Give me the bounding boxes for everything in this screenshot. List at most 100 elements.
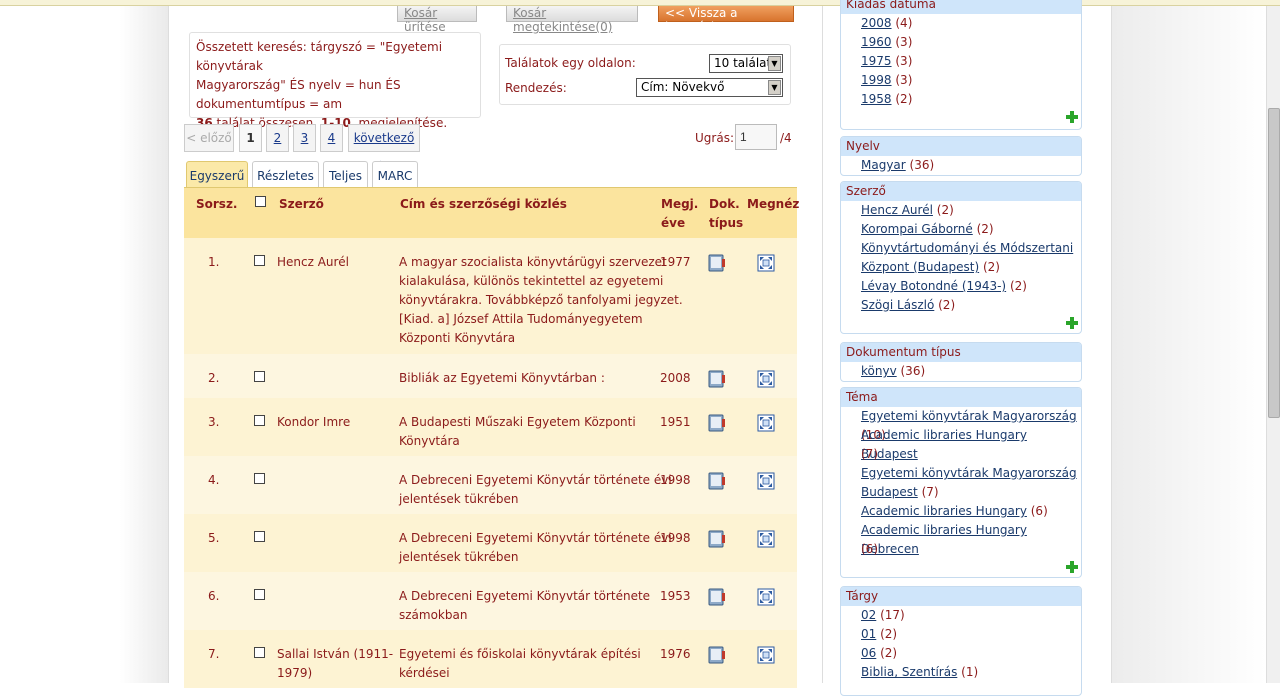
facet-item[interactable]: Hencz Aurél (2) — [861, 201, 954, 220]
view-details-icon[interactable] — [757, 414, 775, 432]
per-page-select[interactable]: 10 találat ▼ — [709, 54, 783, 73]
facet-item[interactable]: Egyetemi könyvtárak Magyarország — [861, 464, 1077, 483]
row-checkbox[interactable] — [254, 371, 265, 382]
clear-cart-button[interactable]: Kosár ürítése — [397, 6, 477, 34]
facet-item[interactable]: Budapest (7) — [861, 483, 939, 502]
view-details-icon[interactable] — [757, 472, 775, 490]
table-row: 6. A Debreceni Egyetemi Könyvtár történet… — [184, 572, 797, 630]
left-page-shadow — [120, 6, 168, 683]
chevron-down-icon: ▼ — [768, 56, 781, 71]
table-row: 5. A Debreceni Egyetemi Könyvtár történet… — [184, 514, 797, 572]
view-details-icon[interactable] — [757, 588, 775, 606]
facet-item[interactable]: Academic libraries Hungary (6) — [861, 502, 1048, 521]
view-details-icon[interactable] — [757, 646, 775, 664]
row-checkbox[interactable] — [254, 531, 265, 542]
row-title[interactable]: A magyar szocialista könyvtárügyi szerve… — [399, 253, 683, 348]
jump-page-input[interactable] — [735, 124, 777, 150]
tab-detailed[interactable]: Részletes — [252, 161, 319, 188]
jump-total: /4 — [780, 131, 792, 145]
facet-item[interactable]: 2008 (4) — [861, 14, 912, 33]
tab-marc[interactable]: MARC — [372, 161, 418, 188]
query-line-2: Magyarország" ÉS nyelv = hun ÉS — [196, 78, 401, 92]
row-year: 1998 — [660, 473, 691, 487]
facet-language: Nyelv Magyar (36) — [840, 136, 1082, 176]
page-3-button[interactable]: 3 — [293, 124, 316, 152]
row-number: 1. — [208, 255, 220, 269]
expand-plus-icon[interactable] — [1065, 316, 1079, 330]
facet-item[interactable]: Magyar (36) — [861, 156, 934, 175]
display-options-box: Találatok egy oldalon: 10 találat ▼ Rend… — [499, 44, 791, 105]
row-title[interactable]: A Debreceni Egyetemi Könyvtár története … — [399, 471, 672, 509]
row-checkbox[interactable] — [254, 415, 265, 426]
facet-item[interactable]: Academic libraries Hungary Debrecen — [861, 521, 1081, 559]
facet-item[interactable]: Academic libraries Hungary Budapest — [861, 426, 1081, 464]
next-page-button[interactable]: következő > — [348, 124, 420, 171]
facet-item[interactable]: 1960 (3) — [861, 33, 912, 52]
facet-item[interactable]: Központ (Budapest) (2) — [861, 258, 1000, 277]
view-details-icon[interactable] — [757, 530, 775, 548]
view-cart-button[interactable]: Kosár megtekintése(0) — [506, 6, 638, 34]
book-icon — [708, 588, 725, 606]
row-year: 2008 — [660, 371, 691, 385]
row-checkbox[interactable] — [254, 473, 265, 484]
row-title[interactable]: A Debreceni Egyetemi Könyvtár története … — [399, 529, 672, 567]
row-title[interactable]: Egyetemi és főiskolai könyvtárak építési… — [399, 645, 641, 683]
row-author[interactable]: Sallai István (1911- 1979) — [277, 645, 393, 683]
page-1-button[interactable]: 1 — [239, 124, 262, 152]
tab-simple[interactable]: Egyszerű — [186, 161, 248, 188]
facet-title: Téma — [841, 388, 1081, 407]
facet-item[interactable]: 1998 (3) — [861, 71, 912, 90]
expand-plus-icon[interactable] — [1065, 110, 1079, 124]
select-all-checkbox[interactable] — [255, 196, 266, 207]
scrollbar-thumb[interactable] — [1268, 108, 1280, 418]
facet-item[interactable]: Szögi László (2) — [861, 296, 955, 315]
facet-item[interactable]: Korompai Gáborné (2) — [861, 220, 994, 239]
row-number: 4. — [208, 473, 220, 487]
facet-item-count: (6) — [861, 542, 878, 556]
facet-item[interactable]: 02 (17) — [861, 606, 905, 625]
back-to-search-button[interactable]: << Vissza a kereséshez — [658, 6, 794, 34]
right-page-shadow — [1112, 6, 1266, 683]
book-icon — [708, 646, 725, 664]
row-title[interactable]: A Debreceni Egyetemi Könyvtár története s… — [399, 587, 650, 625]
view-details-icon[interactable] — [757, 254, 775, 272]
query-line-3: dokumentumtípus = am — [196, 97, 343, 111]
facet-item[interactable]: 1958 (2) — [861, 90, 912, 109]
row-author[interactable]: Kondor Imre — [277, 413, 350, 432]
row-year: 1951 — [660, 415, 691, 429]
tab-full[interactable]: Teljes — [323, 161, 368, 188]
facet-item[interactable]: Könyvtártudományi és Módszertani — [861, 239, 1073, 258]
facet-item[interactable]: 06 (2) — [861, 644, 897, 663]
view-details-icon[interactable] — [757, 370, 775, 388]
book-icon — [708, 254, 725, 272]
facet-document-type: Dokumentum típus könyv (36) — [840, 342, 1082, 382]
facet-item[interactable]: Biblia, Szentírás (1) — [861, 663, 978, 682]
row-number: 7. — [208, 647, 220, 661]
page-2-button[interactable]: 2 — [266, 124, 289, 152]
row-title[interactable]: A Budapesti Műszaki Egyetem Központi Köny… — [399, 413, 636, 451]
sort-select[interactable]: Cím: Növekvő ▼ — [636, 78, 783, 97]
row-number: 5. — [208, 531, 220, 545]
facet-item[interactable]: 1975 (3) — [861, 52, 912, 71]
facet-title: Nyelv — [841, 137, 1081, 156]
per-page-label: Találatok egy oldalon: — [505, 56, 636, 70]
expand-plus-icon[interactable] — [1065, 560, 1079, 574]
row-author[interactable]: Hencz Aurél — [277, 253, 349, 272]
row-title[interactable]: Bibliák az Egyetemi Könyvtárban : — [399, 369, 605, 388]
header-view: Megnéz — [747, 197, 800, 211]
facet-item[interactable]: könyv (36) — [861, 362, 925, 381]
row-checkbox[interactable] — [254, 589, 265, 600]
jump-label: Ugrás: — [695, 131, 734, 145]
facet-item-count: (7) — [861, 447, 878, 461]
page-4-button[interactable]: 4 — [320, 124, 343, 152]
vertical-scrollbar[interactable] — [1266, 6, 1280, 683]
facet-item[interactable]: Lévay Botondné (1943-) (2) — [861, 277, 1027, 296]
prev-page-button[interactable]: < előző — [184, 124, 234, 152]
book-icon — [708, 472, 725, 490]
book-icon — [708, 530, 725, 548]
row-checkbox[interactable] — [254, 255, 265, 266]
facet-item[interactable]: 01 (2) — [861, 625, 897, 644]
row-checkbox[interactable] — [254, 647, 265, 658]
facet-subject: Tárgy 02 (17) 01 (2) 06 (2) Biblia, Szen… — [840, 586, 1082, 696]
row-number: 6. — [208, 589, 220, 603]
